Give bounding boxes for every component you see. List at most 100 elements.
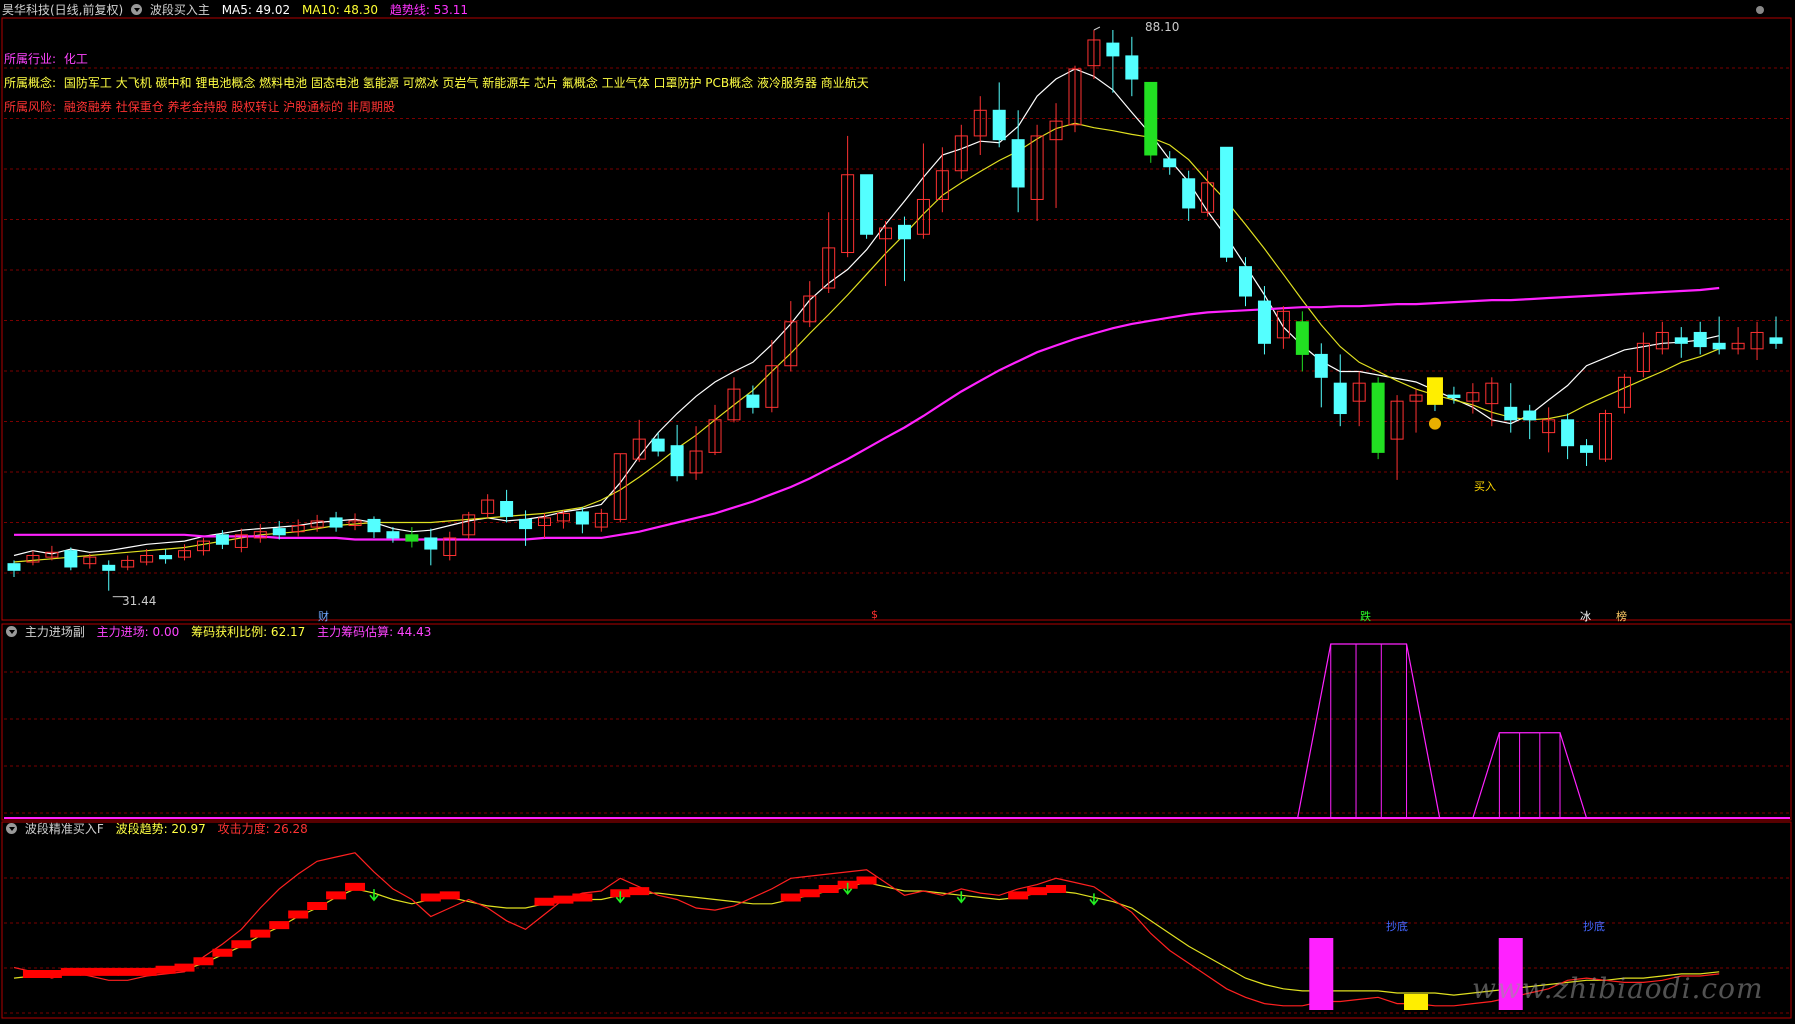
bottom-label-2: 抄底 [1583,920,1605,933]
panel3-sell-arrow [956,891,966,904]
candle-body [500,501,514,517]
panel2-value2: 筹码获利比例: 62.17 [191,625,306,639]
candle-body [424,537,438,550]
candle-body [1239,266,1253,297]
candle-body [1674,337,1688,344]
panel3-line-0 [13,881,1720,996]
event-marker-dollar[interactable]: $ [871,608,878,621]
panel3-rise-block [212,948,233,957]
panel3-rise-block [572,893,593,902]
panel3-rise-block [1008,891,1029,900]
candle-body [992,109,1006,141]
candle-body [272,528,286,536]
candle-body [575,511,589,525]
high-price-label: 88.10 [1145,20,1180,34]
panel2-peak [1296,643,1441,819]
candle-body [1333,382,1347,415]
event-marker-drop[interactable]: 跌 [1360,608,1371,624]
panel3-rise-block [98,967,119,976]
candle-body [1447,394,1461,399]
event-marker-list[interactable]: 榜 [1616,608,1627,624]
panel3-rise-block [22,970,43,978]
panel2-value3: 主力筹码估算: 44.43 [317,625,432,639]
settings-dot-icon[interactable] [1756,6,1764,14]
risk-label: 所属风险: [4,100,57,114]
panel2-toggle-icon[interactable] [6,626,17,637]
ma5-value: MA5: 49.02 [221,3,291,17]
panel3-rise-block [155,965,176,974]
low-price-label: 31.44 [122,594,157,608]
panel3-rise-block [780,893,801,902]
main-header: 昊华科技(日线,前复权) 波段买入主 MA5: 49.02 MA10: 48.3… [2,2,476,18]
panel3-bottom-bar [1309,938,1334,1010]
candle-body [7,563,21,571]
candle-body [746,394,760,408]
panel3-rise-block [1046,885,1067,893]
candle-body [405,534,419,542]
panel3-rise-block [420,893,441,902]
panel3-rise-block [193,957,214,966]
panel3-rise-block [439,891,460,900]
panel3-rise-block [41,970,62,978]
panel3-rise-block [288,910,309,919]
risk-value: 融资融券 社保重仓 养老金持股 股权转让 沪股通标的 非周期股 [63,100,395,114]
candle-body [386,531,400,539]
panel-border-2 [1,623,1792,821]
panel3-rise-block [174,963,195,972]
panel3-toggle-icon[interactable] [6,823,17,834]
candle-body [897,224,911,240]
candle-body [1769,337,1783,344]
candle-body [1561,419,1575,447]
concept-label: 所属概念: [4,76,57,90]
panel3-rise-block [553,895,574,904]
panel2-peak [1472,732,1588,819]
candle-body [1295,321,1309,355]
panel3-rise-block [629,887,650,896]
ma10-value: MA10: 48.30 [301,3,378,17]
candle-body [1693,331,1707,348]
panel2-header: 主力进场副 主力进场: 0.00 筹码获利比例: 62.17 主力筹码估算: 4… [6,624,439,640]
candle-body [1220,146,1234,258]
panel3-value1: 波段趋势: 20.97 [115,822,206,836]
candle-body [860,174,874,235]
candle-body [1523,410,1537,421]
panel3-rise-block [117,967,138,976]
concept-value: 国防军工 大飞机 碳中和 锂电池概念 燃料电池 固态电池 氢能源 可燃冰 页岩气… [63,76,869,90]
panel3-rise-block [799,889,820,898]
candle-body [1125,55,1139,80]
candle-body [64,550,78,568]
candle-body [1011,139,1025,188]
candle-body [1182,178,1196,209]
panel2-name[interactable]: 主力进场副 [25,625,85,639]
high-marker [1093,26,1101,31]
panel3-value2: 攻击力度: 26.28 [217,822,308,836]
series-line-趋势线 [14,286,1720,541]
candle-body [1257,300,1271,344]
candle-body [670,445,684,477]
buy-marker-label: 买入 [1474,480,1496,493]
panel3-yellow-block [1404,994,1429,1010]
panel3-line-1 [13,852,1720,1007]
industry-line: 所属行业: 化工 [4,51,88,67]
panel3-rise-block [79,967,100,976]
chart-frame: 昊华科技(日线,前复权) 波段买入主 MA5: 49.02 MA10: 48.3… [0,0,1795,1024]
candle-body [1163,158,1177,168]
panel3-rise-block [326,891,347,900]
trend-value: 趋势线: 53.11 [389,3,469,17]
panel3-rise-block [1027,887,1048,896]
risk-line: 所属风险: 融资融券 社保重仓 养老金持股 股权转让 沪股通标的 非周期股 [4,99,395,115]
event-marker-ice[interactable]: 冰 [1580,608,1591,624]
watermark: www.zhibiaodi.com [1472,972,1764,1005]
industry-label: 所属行业: [4,52,57,66]
buy-signal-candle [1426,377,1443,405]
indicator-toggle-icon[interactable] [131,4,143,15]
candle-body [1504,406,1518,421]
panel3-name[interactable]: 波段精准买入F [25,822,104,836]
panel3-rise-block [345,882,366,891]
candle-body [1144,81,1158,156]
indicator-name[interactable]: 波段买入主 [150,3,210,17]
candle-body [215,534,229,545]
panel3-rise-block [307,902,328,910]
event-marker-financial[interactable]: 财 [318,608,329,624]
money-bag-icon [1428,417,1441,430]
